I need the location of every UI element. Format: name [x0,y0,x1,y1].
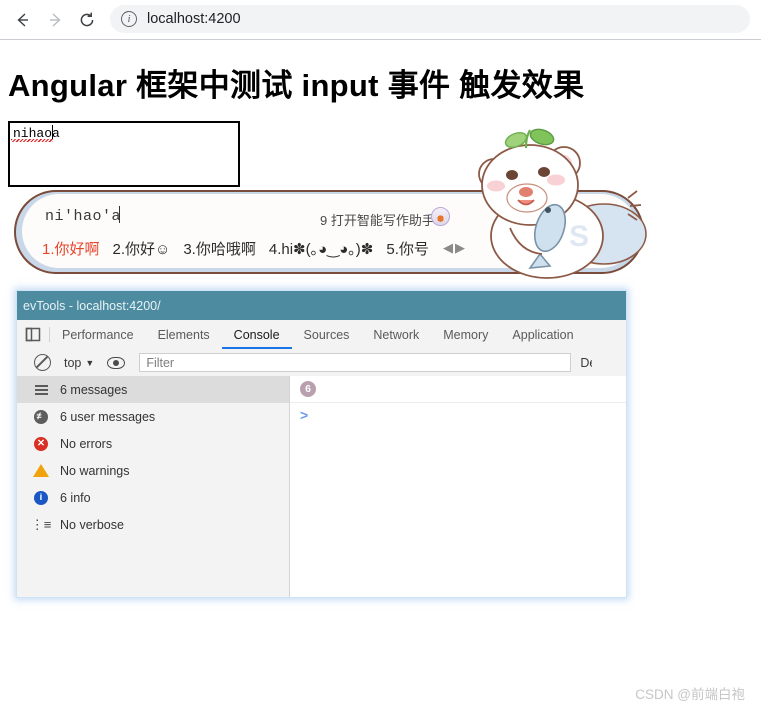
tab-application[interactable]: Application [500,320,585,349]
sidebar-item-warnings-label: No warnings [60,463,130,478]
reload-button[interactable] [74,7,100,33]
filter-placeholder: Filter [146,355,175,370]
console-toolbar: top ▼ Filter Default levels [17,349,626,377]
sidebar-item-verbose-label: No verbose [60,517,124,532]
sidebar-item-warnings[interactable]: No warnings [17,457,289,484]
execution-context-label: top [64,355,82,370]
devtools-tabbar: Performance Elements Console Sources Net… [17,320,626,350]
reload-icon [80,12,94,27]
hamburger-icon [33,382,49,398]
ime-page-nav[interactable]: ◀▶ [443,240,467,256]
devtools-titlebar[interactable]: evTools - localhost:4200/ [17,291,626,320]
ime-candidate-2[interactable]: 2.你好☺ [113,238,171,259]
console-output[interactable]: 6 > [290,376,626,597]
warning-icon [33,463,49,479]
svg-text:S: S [569,220,589,253]
sidebar-item-errors-label: No errors [60,436,113,451]
ime-candidate-3[interactable]: 3.你哈哦啊 [183,238,256,259]
back-button[interactable] [10,7,36,33]
sidebar-item-user-messages[interactable]: ≢ 6 user messages [17,403,289,430]
tab-elements[interactable]: Elements [146,320,222,349]
ime-pinyin-caret [119,206,120,223]
error-icon: ✕ [33,436,49,452]
console-message-group[interactable]: 6 [290,376,626,403]
eye-icon[interactable] [107,356,126,369]
clear-console-icon[interactable] [34,354,51,371]
chevron-down-icon: ▼ [85,357,95,368]
sidebar-item-info[interactable]: i 6 info [17,484,289,511]
sidebar-item-info-label: 6 info [60,490,91,505]
text-caret [52,125,53,139]
log-levels-selector[interactable]: Default levels [580,356,592,370]
filter-input[interactable]: Filter [139,353,572,372]
console-sidebar: 6 messages ≢ 6 user messages ✕ No errors… [17,376,290,597]
tab-performance[interactable]: Performance [50,320,146,349]
polar-bear-mascot: S [478,128,647,279]
writing-assistant-icon[interactable] [431,207,450,226]
sidebar-item-messages[interactable]: 6 messages [17,376,289,403]
console-prompt[interactable]: > [290,403,626,427]
spellcheck-underline [11,139,53,142]
ime-candidate-5[interactable]: 5.你号 [386,238,429,259]
forward-button[interactable] [42,7,68,33]
sidebar-item-messages-label: 6 messages [60,382,128,397]
execution-context-selector[interactable]: top ▼ [64,356,94,370]
site-info-icon[interactable]: i [121,11,137,27]
tab-console[interactable]: Console [222,320,292,349]
tab-sources[interactable]: Sources [292,320,362,349]
input-textarea[interactable]: nihaoa [8,121,240,187]
ime-assistant-label[interactable]: 9 打开智能写作助手 [320,210,435,229]
user-message-icon: ≢ [33,409,49,425]
devtools-window: evTools - localhost:4200/ Performance El… [16,290,627,598]
verbose-icon: ⋮≡ [30,516,52,532]
ime-candidate-1[interactable]: 1.你好啊 [42,238,100,259]
dock-side-icon[interactable] [17,320,49,349]
arrow-right-icon [50,13,61,27]
sidebar-item-errors[interactable]: ✕ No errors [17,430,289,457]
tab-network[interactable]: Network [361,320,431,349]
sidebar-item-verbose[interactable]: ⋮≡ No verbose [17,511,289,538]
page-title: Angular 框架中测试 input 事件 触发效果 [8,68,585,103]
browser-toolbar: i localhost:4200 [0,0,761,40]
watermark: CSDN @前端白袍 [635,687,745,702]
message-count-badge: 6 [300,381,316,397]
devtools-title: evTools - localhost:4200/ [23,298,161,313]
address-bar[interactable]: i localhost:4200 [110,5,750,33]
ime-candidate-list: 1.你好啊 2.你好☺ 3.你哈哦啊 4.hi✽(｡◕‿◕｡)✽ 5.你号 [42,238,429,259]
dock-side-glyph [25,327,40,342]
ime-pinyin-text: ni'hao'a [45,208,122,225]
console-body: 6 messages ≢ 6 user messages ✕ No errors… [17,376,626,597]
url-text: localhost:4200 [147,11,241,27]
arrow-left-icon [17,13,28,27]
ime-candidate-4[interactable]: 4.hi✽(｡◕‿◕｡)✽ [269,238,374,259]
info-icon: i [33,490,49,506]
tab-memory[interactable]: Memory [431,320,500,349]
sidebar-item-user-messages-label: 6 user messages [60,409,156,424]
